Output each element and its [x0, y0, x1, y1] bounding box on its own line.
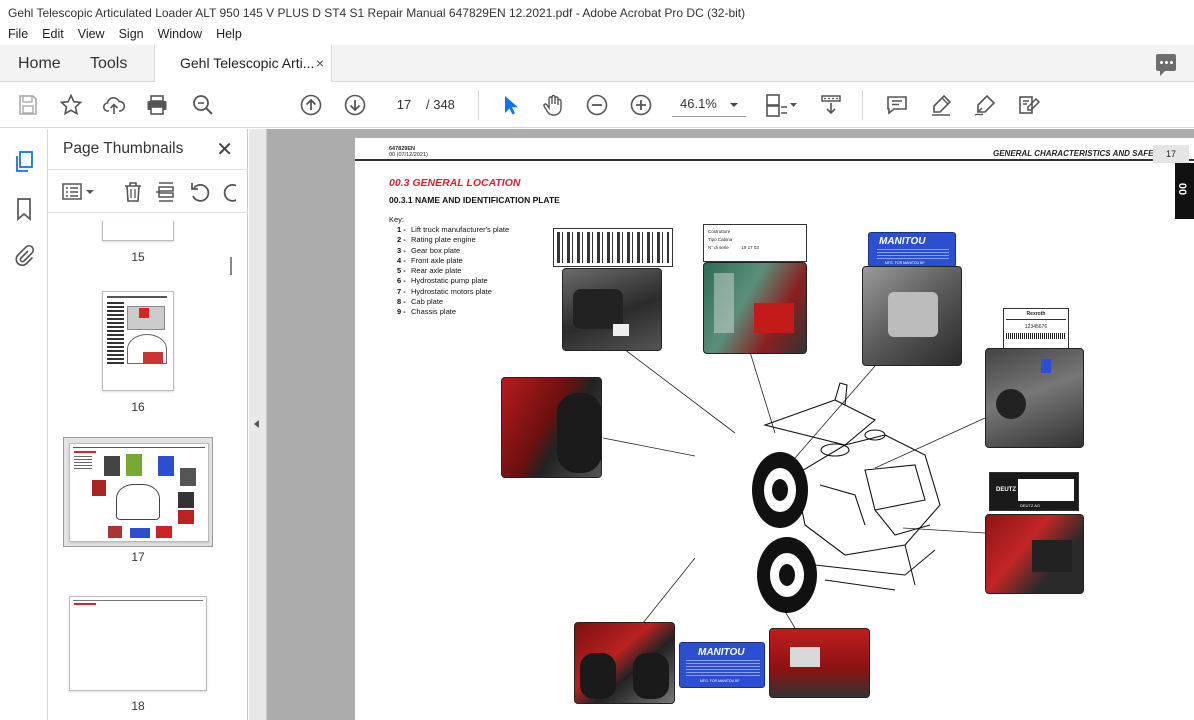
attachments-icon[interactable] — [13, 244, 35, 268]
bookmarks-icon[interactable] — [13, 197, 35, 221]
cab-plate-image: Costruttore Tipo Cabina N° di serie 19 1… — [703, 224, 807, 262]
manufacturer-plate-image — [553, 228, 673, 267]
toolbar-divider — [478, 90, 479, 120]
next-page-icon[interactable] — [343, 93, 367, 117]
page-thumbnails-icon[interactable] — [13, 150, 35, 174]
comment-icon[interactable] — [885, 93, 909, 117]
upload-cloud-icon[interactable] — [102, 93, 126, 117]
edit-pdf-icon[interactable] — [1017, 93, 1041, 117]
thumbnail-label: 16 — [131, 400, 145, 414]
chassis-plate-photo — [769, 628, 870, 698]
thumbnail-label: 18 — [131, 699, 145, 713]
cab-plate-photo — [703, 262, 807, 354]
page-thumbnails-panel: Page Thumbnails ✕ 15 16 17 18 — [48, 129, 248, 720]
menu-view[interactable]: View — [71, 26, 112, 43]
hand-tool-icon[interactable] — [541, 93, 565, 117]
find-zoom-icon[interactable] — [191, 93, 215, 117]
highlight-pen-icon[interactable] — [929, 93, 953, 117]
delete-page-icon[interactable] — [122, 181, 144, 208]
panel-title: Page Thumbnails — [63, 140, 184, 157]
front-axle-photo — [501, 377, 602, 478]
thumbnail-label: 17 — [131, 550, 145, 564]
loader-machine-drawing — [752, 382, 941, 613]
toolbar-divider — [862, 90, 863, 120]
save-icon[interactable] — [16, 93, 40, 117]
page-thumbnail-15[interactable] — [102, 221, 174, 241]
thumbnail-label: 15 — [131, 250, 145, 264]
menu-edit[interactable]: Edit — [35, 26, 71, 43]
previous-page-icon[interactable] — [299, 93, 323, 117]
menu-sign[interactable]: Sign — [112, 26, 151, 43]
rotate-counterclockwise-icon[interactable] — [189, 181, 211, 208]
menu-help[interactable]: Help — [209, 26, 249, 43]
page-fit-icon[interactable] — [764, 93, 800, 117]
panel-close-button[interactable]: ✕ — [216, 137, 233, 162]
insert-page-icon[interactable] — [155, 181, 177, 208]
manitou-plate-image: MANITOU MFG. FOR MANITOU BF — [868, 232, 956, 268]
menu-window[interactable]: Window — [151, 26, 209, 43]
menu-file[interactable]: File — [0, 26, 35, 43]
rotate-clockwise-icon[interactable] — [222, 181, 236, 208]
engine-plate-photo — [985, 514, 1084, 594]
scroll-mode-icon[interactable] — [819, 93, 843, 117]
panel-collapse-handle[interactable] — [249, 129, 267, 720]
zoom-in-icon[interactable] — [629, 93, 653, 117]
page-thumbnail-16[interactable] — [102, 291, 174, 391]
page-thumbnail-18[interactable] — [69, 596, 207, 691]
tab-document[interactable]: Gehl Telescopic Arti... × — [154, 45, 332, 83]
deutz-plate-image: DEUTZ DEUTZ AG — [989, 472, 1079, 511]
print-icon[interactable] — [145, 93, 169, 117]
bookmark-star-icon[interactable] — [59, 93, 83, 117]
tab-tools[interactable]: Tools — [90, 45, 127, 82]
manufacturer-plate-photo — [562, 268, 662, 351]
pdf-page: 647829EN 00 (07/12/2021) GENERAL CHARACT… — [355, 138, 1194, 720]
comment-bubble-icon[interactable] — [1156, 54, 1176, 76]
tab-close-button[interactable]: × — [316, 45, 324, 82]
tab-document-label: Gehl Telescopic Arti... — [180, 55, 315, 71]
tab-home[interactable]: Home — [18, 45, 61, 82]
navigation-rail — [0, 129, 48, 720]
page-total-label: / 348 — [426, 97, 455, 112]
select-cursor-icon[interactable] — [498, 93, 522, 117]
zoom-level-select[interactable]: 46.1% — [672, 93, 746, 117]
hydrostatic-pump-photo — [862, 266, 962, 366]
menu-bar: File Edit View Sign Window Help — [0, 26, 1194, 45]
zoom-out-icon[interactable] — [585, 93, 609, 117]
rexroth-plate-image: Rexroth 12345676 — [1003, 308, 1069, 352]
page-number-input[interactable]: 17 — [386, 93, 422, 117]
hydrostatic-motor-photo — [985, 348, 1084, 448]
thumbnail-options-icon[interactable] — [62, 182, 96, 207]
thumbnail-toolbar — [48, 169, 248, 213]
fill-sign-icon[interactable] — [973, 93, 997, 117]
window-title: Gehl Telescopic Articulated Loader ALT 9… — [0, 0, 1194, 26]
page-thumbnail-17[interactable] — [69, 443, 209, 542]
rear-axle-photo — [574, 622, 675, 704]
manitou-chassis-plate-image: MANITOU MFG. FOR MANITOU BF — [679, 642, 765, 688]
thumbnails-scrollbar[interactable] — [226, 221, 240, 720]
tab-bar: Home Tools Gehl Telescopic Arti... × — [0, 45, 1194, 83]
